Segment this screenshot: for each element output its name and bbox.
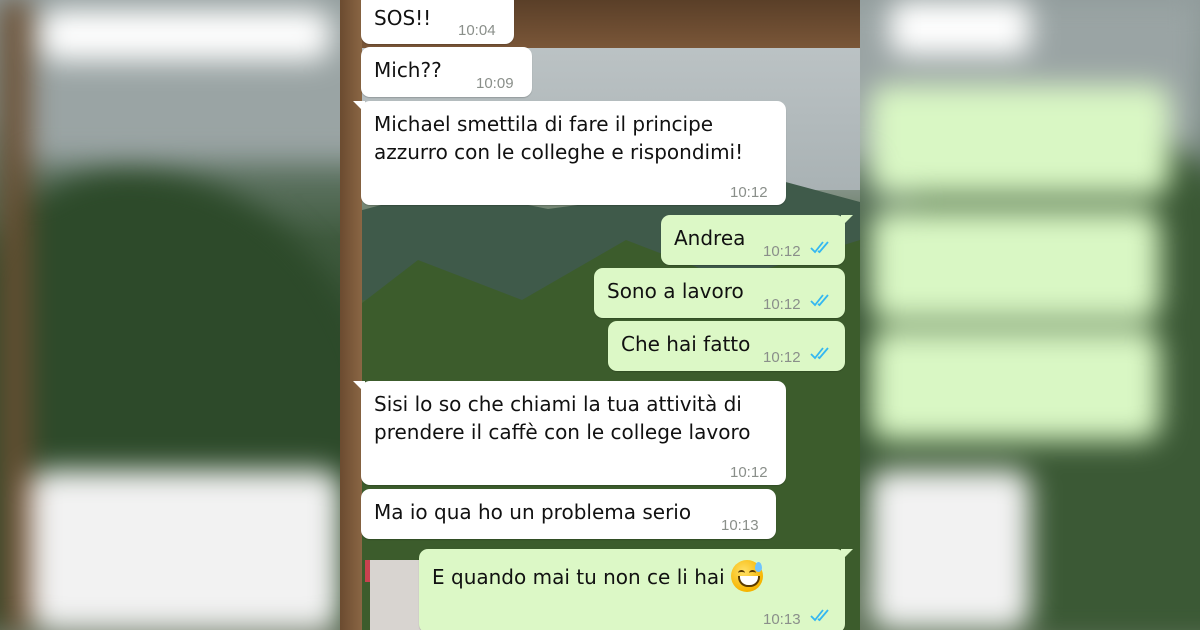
- message-time: 10:04: [458, 22, 496, 39]
- message-outgoing[interactable]: Andrea 10:12: [661, 215, 853, 265]
- message-time: 10:12: [763, 349, 801, 366]
- message-outgoing[interactable]: E quando mai tu non ce li hai 10:13: [419, 549, 853, 630]
- bubble-tail: [353, 381, 365, 393]
- message-time: 10:13: [763, 611, 801, 628]
- message-outgoing[interactable]: Sono a lavoro 10:12: [594, 268, 845, 318]
- message-time: 10:12: [763, 296, 801, 313]
- read-ticks-icon: [810, 609, 829, 622]
- message-text: SOS!!: [374, 6, 432, 30]
- grinning-face-with-sweat-icon: [731, 560, 763, 592]
- message-time: 10:13: [721, 517, 759, 534]
- message-text: Andrea: [674, 226, 746, 250]
- read-ticks-icon: [810, 241, 829, 254]
- message-text: Sono a lavoro: [607, 279, 744, 303]
- message-incoming[interactable]: Michael smettila di fare il principe azz…: [353, 101, 786, 205]
- message-time: 10:12: [763, 243, 801, 260]
- bubble-tail: [841, 215, 853, 227]
- message-text: Che hai fatto: [621, 332, 751, 356]
- bubble-tail: [353, 101, 365, 113]
- message-time: 10:09: [476, 75, 514, 92]
- read-ticks-icon: [810, 294, 829, 307]
- message-text: Mich??: [374, 58, 442, 82]
- message-text: E quando mai tu non ce li hai: [432, 565, 725, 589]
- message-incoming[interactable]: Ma io qua ho un problema serio 10:13: [361, 489, 776, 539]
- message-incoming[interactable]: Mich?? 10:09: [361, 47, 532, 97]
- message-outgoing[interactable]: Che hai fatto 10:12: [608, 321, 845, 371]
- message-time: 10:12: [730, 464, 768, 481]
- message-incoming[interactable]: SOS!! 10:04: [361, 0, 514, 44]
- message-incoming[interactable]: Sisi lo so che chiami la tua attività di…: [353, 381, 786, 485]
- wallpaper-wood-post: [340, 0, 362, 630]
- bubble-tail: [841, 549, 853, 561]
- message-text: Michael smettila di fare il principe azz…: [374, 112, 744, 164]
- chat-screenshot: SOS!! 10:04 Mich?? 10:09 Michael smettil…: [340, 0, 860, 630]
- read-ticks-icon: [810, 347, 829, 360]
- message-text: Sisi lo so che chiami la tua attività di…: [374, 392, 751, 444]
- message-time: 10:12: [730, 184, 768, 201]
- message-text: Ma io qua ho un problema serio: [374, 500, 692, 524]
